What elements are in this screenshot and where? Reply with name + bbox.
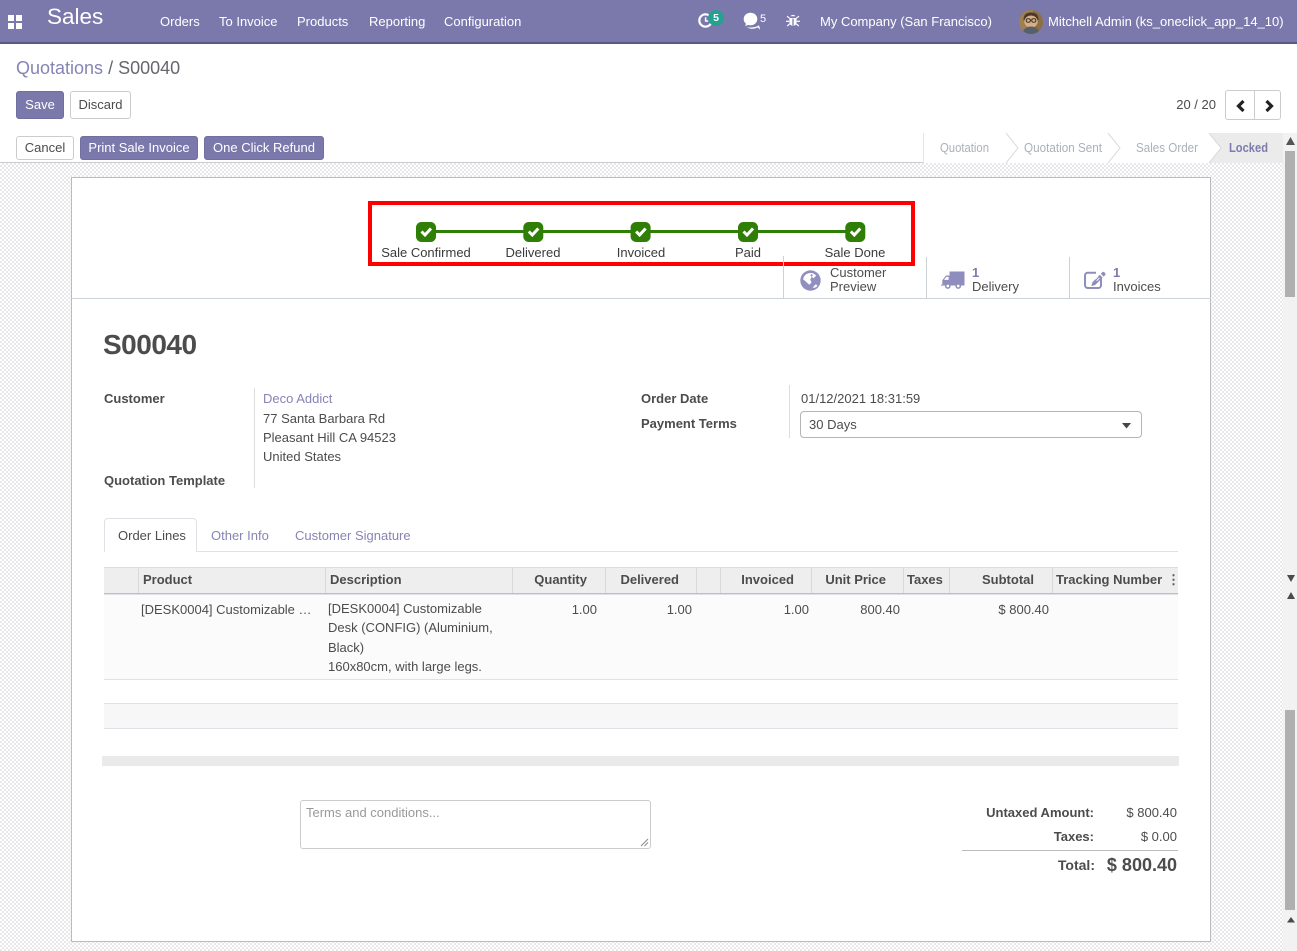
svg-text:Quotation Sent: Quotation Sent	[1024, 140, 1102, 155]
svg-text:Quotation: Quotation	[940, 140, 989, 155]
svg-text:Locked: Locked	[1229, 140, 1268, 155]
svg-text:Sales Order: Sales Order	[1136, 140, 1199, 155]
